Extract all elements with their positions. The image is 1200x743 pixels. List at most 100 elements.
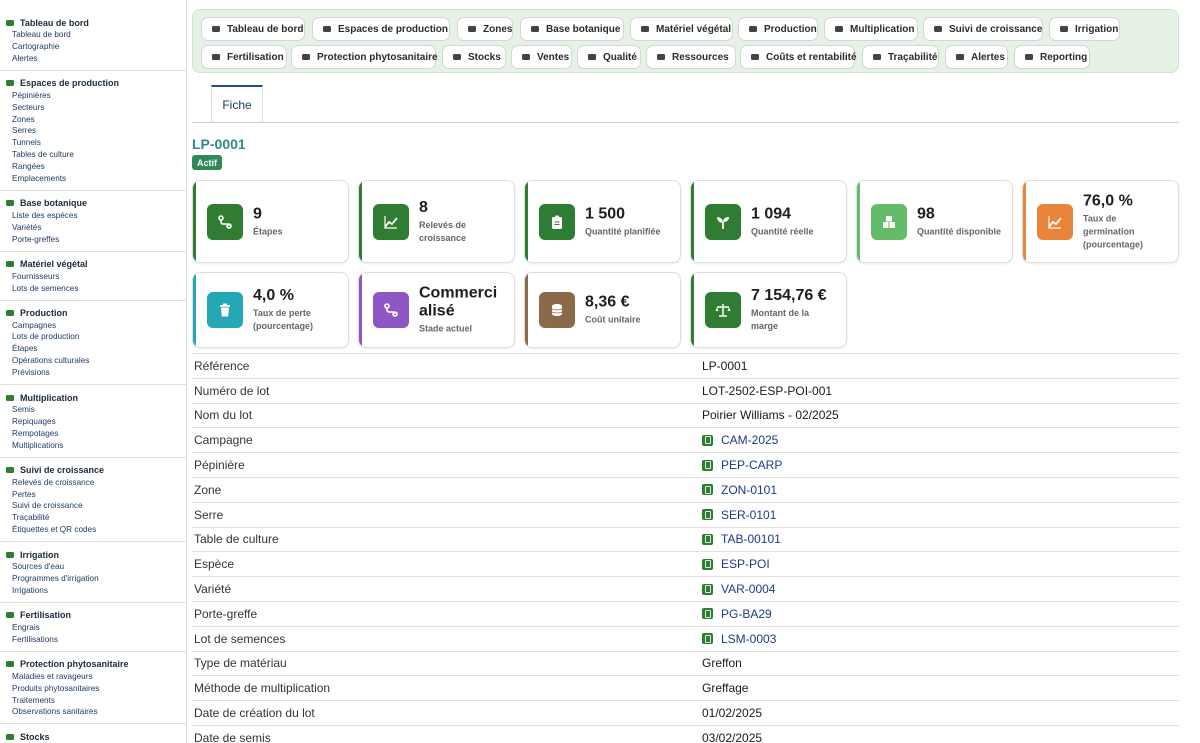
detail-link[interactable]: ESP-POI [702, 557, 1179, 571]
sidebar-item-rempotages[interactable]: Rempotages [0, 428, 186, 440]
sidebar-item-observations-sanitaires[interactable]: Observations sanitaires [0, 706, 186, 718]
detail-link[interactable]: VAR-0004 [702, 582, 1179, 596]
sidebar-item-engrais[interactable]: Engrais [0, 622, 186, 634]
nav-button-ventes[interactable]: Ventes [511, 45, 572, 69]
nav-button-couts-et-rentabilite[interactable]: Coûts et rentabilité [740, 45, 857, 69]
sidebar-item-liste-des-especes[interactable]: Liste des espèces [0, 210, 186, 222]
detail-link[interactable]: TAB-00101 [702, 532, 1179, 546]
sidebar-item-serres[interactable]: Serres [0, 125, 186, 137]
detail-link[interactable]: ZON-0101 [702, 483, 1179, 497]
sidebar-item-porte-greffes[interactable]: Porte-greffes [0, 234, 186, 246]
nav-button-irrigation[interactable]: Irrigation [1049, 17, 1120, 41]
record-link-icon [702, 459, 713, 471]
tab-divider [192, 122, 1179, 123]
sidebar-item-etapes[interactable]: Étapes [0, 343, 186, 355]
sidebar-item-sources-d-eau[interactable]: Sources d'eau [0, 561, 186, 573]
status-badge: Actif [192, 155, 222, 170]
detail-link[interactable]: SER-0101 [702, 508, 1179, 522]
sidebar-item-programmes-d-irrigation[interactable]: Programmes d'irrigation [0, 573, 186, 585]
section-icon [5, 259, 15, 269]
nav-button-reporting[interactable]: Reporting [1014, 45, 1090, 69]
nav-button-base-botanique[interactable]: Base botanique [520, 17, 624, 41]
sidebar-item-produits-phytosanitaires[interactable]: Produits phytosanitaires [0, 683, 186, 695]
nav-button-production[interactable]: Production [738, 17, 818, 41]
trend-icon [373, 203, 409, 240]
record-link-icon [702, 558, 713, 570]
detail-link[interactable]: LSM-0003 [702, 632, 1179, 646]
sidebar-item-lots-de-semences[interactable]: Lots de semences [0, 283, 186, 295]
record-link-icon [702, 484, 713, 496]
sidebar-item-pertes[interactable]: Pertes [0, 489, 186, 501]
sidebar-item-tableau-de-bord[interactable]: Tableau de bord [0, 29, 186, 41]
sidebar-heading-label: Matériel végétal [20, 259, 88, 270]
nav-button-alertes[interactable]: Alertes [945, 45, 1008, 69]
ressources-icon [656, 52, 666, 62]
sidebar-item-emplacements[interactable]: Emplacements [0, 173, 186, 185]
sidebar-heading[interactable]: Suivi de croissance [0, 464, 186, 477]
sidebar-heading[interactable]: Production [0, 307, 186, 320]
sidebar-item-releves-de-croissance[interactable]: Relevés de croissance [0, 477, 186, 489]
kpi-accent-stripe [1023, 181, 1026, 262]
nav-button-suivi-de-croissance[interactable]: Suivi de croissance [923, 17, 1043, 41]
sidebar-heading[interactable]: Espaces de production [0, 77, 186, 90]
nav-button-qualite[interactable]: Qualité [577, 45, 641, 69]
sidebar-heading[interactable]: Multiplication [0, 391, 186, 404]
record-link-icon [702, 434, 713, 446]
sidebar-item-tunnels[interactable]: Tunnels [0, 137, 186, 149]
nav-button-tableau-de-bord[interactable]: Tableau de bord [201, 17, 305, 41]
tab-fiche[interactable]: Fiche [211, 85, 263, 122]
sidebar-heading[interactable]: Fertilisation [0, 609, 186, 622]
sidebar-item-fertilisations[interactable]: Fertilisations [0, 634, 186, 646]
sidebar-item-multiplications[interactable]: Multiplications [0, 440, 186, 452]
sidebar-heading[interactable]: Protection phytosanitaire [0, 658, 186, 671]
sidebar-item-alertes[interactable]: Alertes [0, 53, 186, 65]
sidebar-item-previsions[interactable]: Prévisions [0, 367, 186, 379]
nav-button-zones[interactable]: Zones [457, 17, 513, 41]
kpi-card: 1 500 Quantité planifiée [524, 180, 681, 263]
sidebar-item-suivi-de-croissance[interactable]: Suivi de croissance [0, 500, 186, 512]
nav-button-materiel-vegetal[interactable]: Matériel végétal [630, 17, 733, 41]
sidebar-item-traitements[interactable]: Traitements [0, 695, 186, 707]
sidebar-item-secteurs[interactable]: Secteurs [0, 102, 186, 114]
alertes-icon [955, 52, 965, 62]
sidebar-item-varietes[interactable]: Variétés [0, 222, 186, 234]
sidebar-heading[interactable]: Stocks [0, 730, 186, 743]
ventes-icon [521, 52, 531, 62]
zones-icon [467, 24, 477, 34]
sidebar-item-campagnes[interactable]: Campagnes [0, 320, 186, 332]
sidebar-item-maladies-et-ravageurs[interactable]: Maladies et ravageurs [0, 671, 186, 683]
detail-link[interactable]: CAM-2025 [702, 433, 1179, 447]
nav-button-fertilisation[interactable]: Fertilisation [201, 45, 287, 69]
nav-button-ressources[interactable]: Ressources [646, 45, 736, 69]
sidebar-item-pepinieres[interactable]: Pépinières [0, 90, 186, 102]
sidebar-item-operations-culturales[interactable]: Opérations culturales [0, 355, 186, 367]
kpi-value: 98 [917, 205, 935, 222]
sidebar-heading[interactable]: Matériel végétal [0, 258, 186, 271]
nav-button-multiplication[interactable]: Multiplication [824, 17, 918, 41]
sidebar-item-lots-de-production[interactable]: Lots de production [0, 331, 186, 343]
detail-link[interactable]: PG-BA29 [702, 607, 1179, 621]
detail-label: Numéro de lot [194, 383, 270, 398]
sidebar-item-repiquages[interactable]: Repiquages [0, 416, 186, 428]
sidebar-item-cartographie[interactable]: Cartographie [0, 41, 186, 53]
sidebar-item-irrigations[interactable]: Irrigations [0, 585, 186, 597]
sidebar-item-semis[interactable]: Semis [0, 404, 186, 416]
detail-value: 01/02/2025 [702, 706, 1179, 720]
nav-button-stocks[interactable]: Stocks [442, 45, 506, 69]
detail-link[interactable]: PEP-CARP [702, 458, 1179, 472]
sidebar-item-etiquettes-et-qr-codes[interactable]: Étiquettes et QR codes [0, 524, 186, 536]
detail-label: Date de création du lot [194, 706, 315, 721]
sidebar-item-tracabilite[interactable]: Traçabilité [0, 512, 186, 524]
sidebar-item-zones[interactable]: Zones [0, 114, 186, 126]
nav-button-espaces-de-production[interactable]: Espaces de production [312, 17, 450, 41]
nav-button-protection-phytosanitaire[interactable]: Protection phytosanitaire [291, 45, 438, 69]
sidebar-heading[interactable]: Base botanique [0, 197, 186, 210]
materiel-vegetal-icon [640, 24, 650, 34]
sidebar-heading-label: Multiplication [20, 392, 78, 403]
nav-button-tracabilite[interactable]: Traçabilité [862, 45, 939, 69]
sidebar-item-rangees[interactable]: Rangées [0, 161, 186, 173]
sidebar-heading[interactable]: Tableau de bord [0, 16, 186, 29]
sidebar-item-tables-de-culture[interactable]: Tables de culture [0, 149, 186, 161]
sidebar-heading[interactable]: Irrigation [0, 548, 186, 561]
sidebar-item-fournisseurs[interactable]: Fournisseurs [0, 271, 186, 283]
